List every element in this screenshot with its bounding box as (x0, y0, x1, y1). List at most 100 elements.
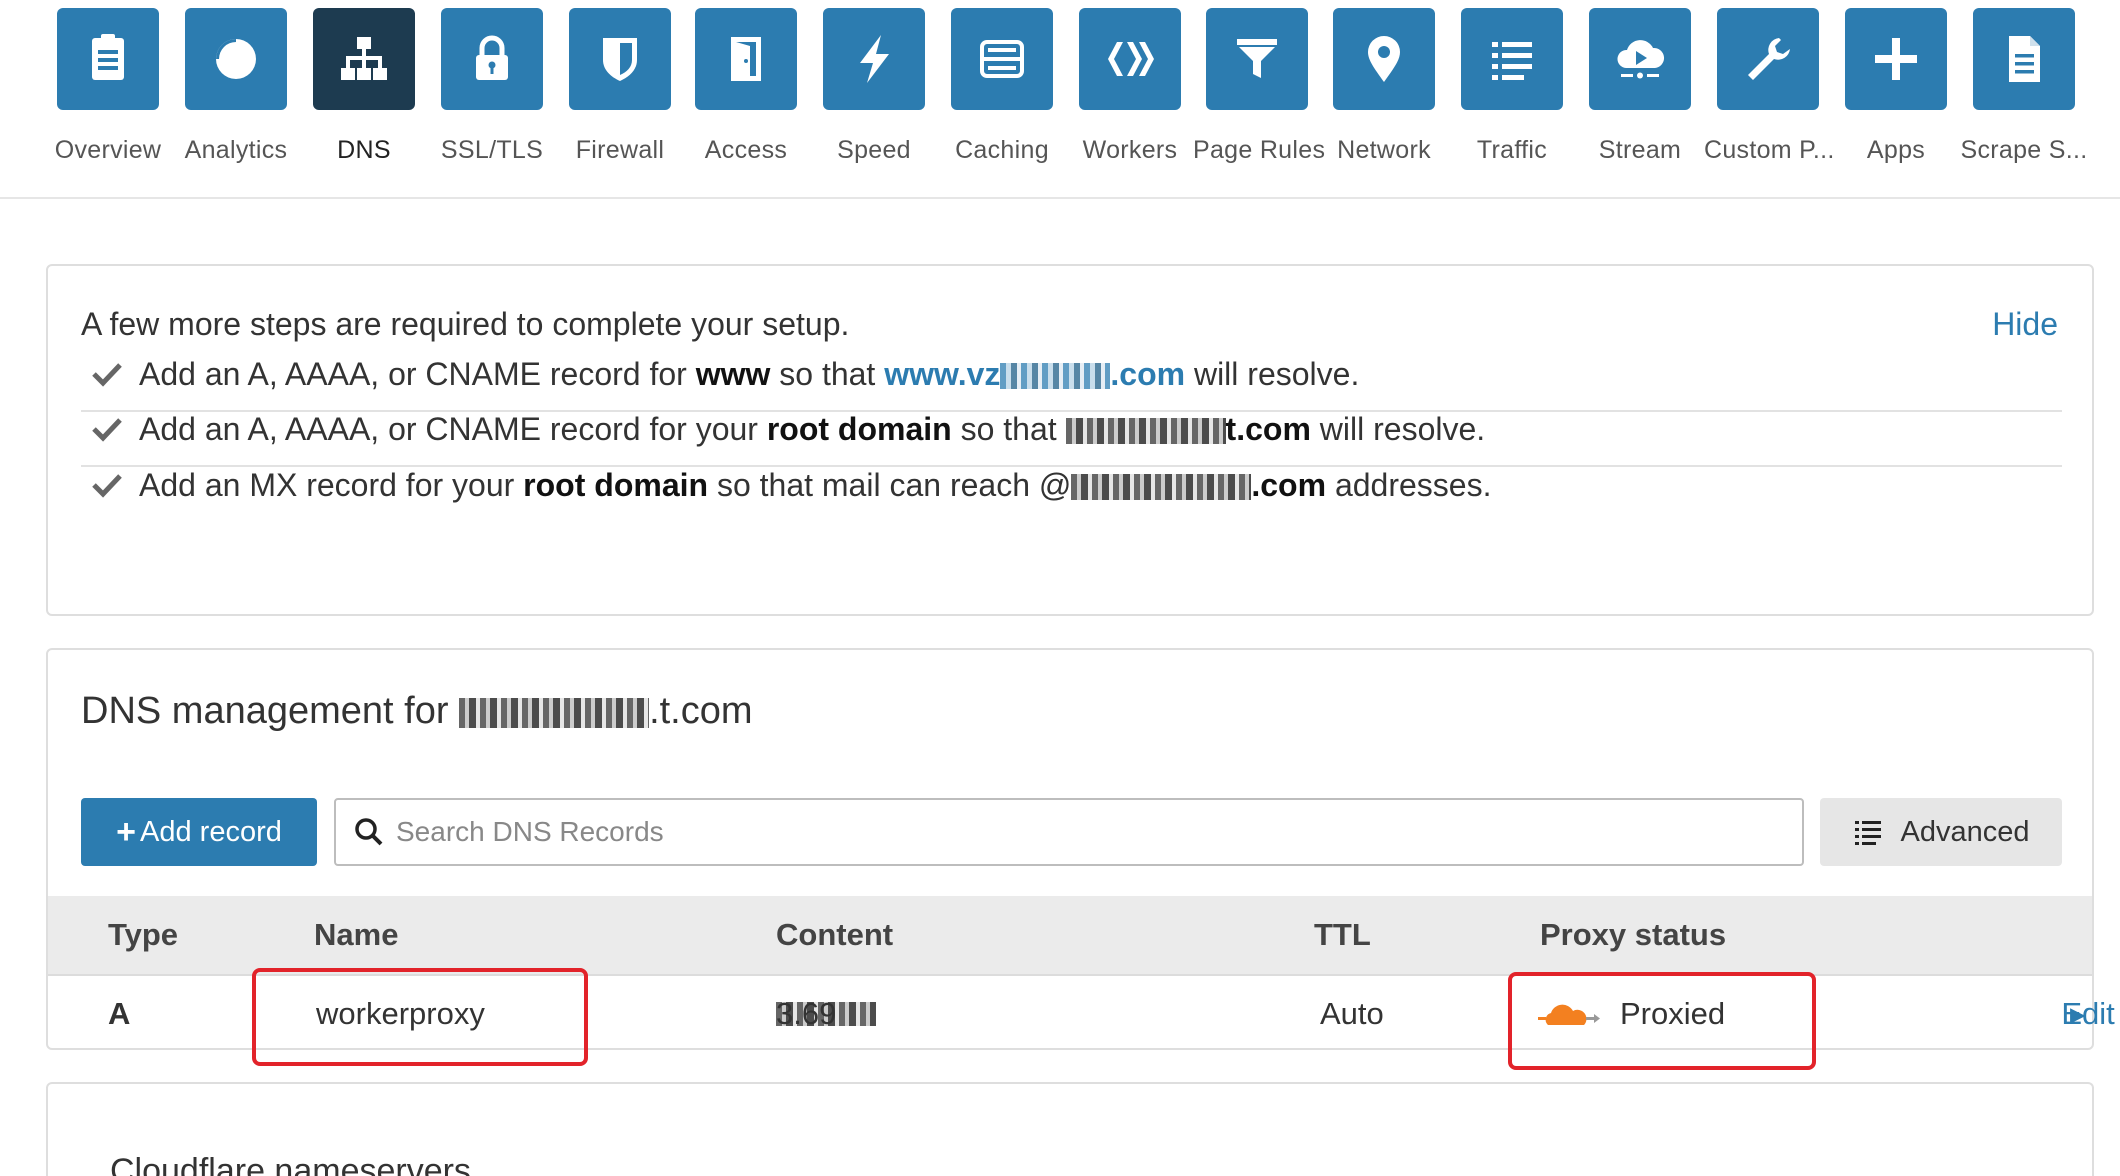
wrench-icon (1717, 8, 1819, 110)
dns-management-title: DNS management for .t.com (81, 690, 753, 733)
sitemap-icon (313, 8, 415, 110)
step-text-post: will resolve. (1319, 410, 1486, 447)
search-dns-records[interactable] (334, 798, 1804, 866)
nav-speed[interactable]: Speed (810, 8, 938, 178)
nav-page-rules[interactable]: Page Rules (1193, 8, 1326, 178)
add-record-button[interactable]: + Add record (81, 798, 317, 866)
nav-traffic-label: Traffic (1476, 136, 1548, 164)
nav-overview[interactable]: Overview (44, 8, 172, 178)
mx-domain-suffix: .com (1251, 466, 1327, 503)
nav-speed-label: Speed (837, 136, 911, 164)
cloud-play-icon (1589, 8, 1691, 110)
advanced-label: Advanced (1900, 815, 2030, 848)
step-bold: www (695, 355, 771, 392)
mx-domain-text: .com (1071, 467, 1326, 504)
redacted-domain (1000, 363, 1111, 390)
advanced-button[interactable]: Advanced (1820, 798, 2062, 866)
nav-access[interactable]: Access (682, 8, 810, 178)
nav-dns-label: DNS (337, 136, 391, 164)
nav-dns[interactable]: DNS (300, 8, 428, 178)
workers-icon (1079, 8, 1181, 110)
nav-access-label: Access (704, 136, 788, 164)
search-icon (355, 818, 383, 846)
plus-icon (1845, 8, 1947, 110)
setup-step-mx: Add an MX record for your root domain so… (81, 448, 2062, 522)
root-domain-suffix: t.com (1225, 410, 1311, 447)
column-content[interactable]: Content (776, 917, 893, 953)
nav-caching-label: Caching (955, 136, 1049, 164)
edit-record-link[interactable]: Edit ▸ (2061, 996, 2114, 1032)
product-nav: Overview Analytics DNS SSL/TLS Firewall … (0, 0, 2120, 199)
www-domain-suffix: .com (1110, 355, 1186, 392)
nav-traffic[interactable]: Traffic (1448, 8, 1576, 178)
setup-steps-card: A few more steps are required to complet… (46, 264, 2094, 616)
annotation-highlight-proxy (1508, 972, 1816, 1070)
document-icon (1973, 8, 2075, 110)
filter-icon (1206, 8, 1308, 110)
nav-ssl-tls[interactable]: SSL/TLS (428, 8, 556, 178)
step-text-mid: so that mail can reach @ (716, 466, 1072, 503)
nav-analytics-label: Analytics (184, 136, 288, 164)
step-text-post: will resolve. (1193, 355, 1360, 392)
nav-ssl-label: SSL/TLS (440, 136, 544, 164)
dns-title-suffix: .t.com (649, 690, 753, 732)
step-bold: root domain (766, 410, 952, 447)
column-name[interactable]: Name (314, 917, 398, 953)
column-type[interactable]: Type (108, 917, 178, 953)
nav-workers[interactable]: Workers (1066, 8, 1194, 178)
column-ttl[interactable]: TTL (1314, 917, 1371, 953)
nav-apps-label: Apps (1866, 136, 1926, 164)
lightning-icon (823, 8, 925, 110)
list-icon (1461, 8, 1563, 110)
check-icon (92, 474, 122, 498)
door-icon (695, 8, 797, 110)
search-input[interactable] (396, 816, 1776, 848)
redacted-domain (459, 697, 650, 728)
redacted-domain (1071, 474, 1252, 501)
nav-network-label: Network (1337, 136, 1431, 164)
step-bold: root domain (523, 466, 709, 503)
nav-custom-pages[interactable]: Custom P... (1704, 8, 1835, 178)
nameservers-card: Cloudflare nameservers (46, 1082, 2094, 1176)
nav-caching[interactable]: Caching (938, 8, 1066, 178)
dns-title-prefix: DNS management for (81, 690, 460, 732)
nav-apps[interactable]: Apps (1832, 8, 1960, 178)
record-ttl: Auto (1320, 996, 1384, 1031)
nav-workers-label: Workers (1082, 136, 1178, 164)
add-record-label: Add record (140, 815, 282, 848)
nav-scrape-shield[interactable]: Scrape S... (1960, 8, 2088, 178)
step-text: Add an A, AAAA, or CNAME record for (139, 355, 687, 392)
nav-analytics[interactable]: Analytics (172, 8, 300, 178)
nameservers-title: Cloudflare nameservers (110, 1152, 471, 1176)
nav-overview-label: Overview (54, 136, 162, 164)
nav-firewall[interactable]: Firewall (556, 8, 684, 178)
nav-scrape-shield-label: Scrape S... (1960, 136, 2088, 164)
column-proxy-status[interactable]: Proxy status (1540, 917, 1726, 953)
plus-icon: + (116, 812, 136, 851)
redacted-domain (1065, 418, 1226, 445)
lock-icon (441, 8, 543, 110)
www-domain-prefix: www.vz (884, 355, 1001, 392)
check-icon (92, 363, 122, 387)
record-content-suffix: 3.69 (776, 996, 837, 1031)
nav-custom-pages-label: Custom P... (1704, 136, 1835, 164)
location-pin-icon (1333, 8, 1435, 110)
pie-chart-icon (185, 8, 287, 110)
nav-network[interactable]: Network (1320, 8, 1448, 178)
nav-firewall-label: Firewall (575, 136, 665, 164)
record-type: A (108, 996, 131, 1031)
step-text-mid: so that (960, 410, 1057, 447)
clipboard-icon (57, 8, 159, 110)
step-text-mid: so that (779, 355, 876, 392)
nav-page-rules-label: Page Rules (1193, 136, 1326, 164)
step-text: Add an MX record for your (139, 466, 515, 503)
annotation-highlight-name (252, 968, 588, 1066)
root-domain-text: t.com (1065, 410, 1311, 448)
list-icon (1854, 821, 1881, 845)
step-text-post: addresses. (1334, 466, 1492, 503)
www-domain-link[interactable]: www.vz .com (884, 356, 1185, 393)
server-icon (951, 8, 1053, 110)
nav-stream[interactable]: Stream (1576, 8, 1704, 178)
dns-table-header: Type Name Content TTL Proxy status (48, 896, 2092, 976)
nav-stream-label: Stream (1598, 136, 1682, 164)
